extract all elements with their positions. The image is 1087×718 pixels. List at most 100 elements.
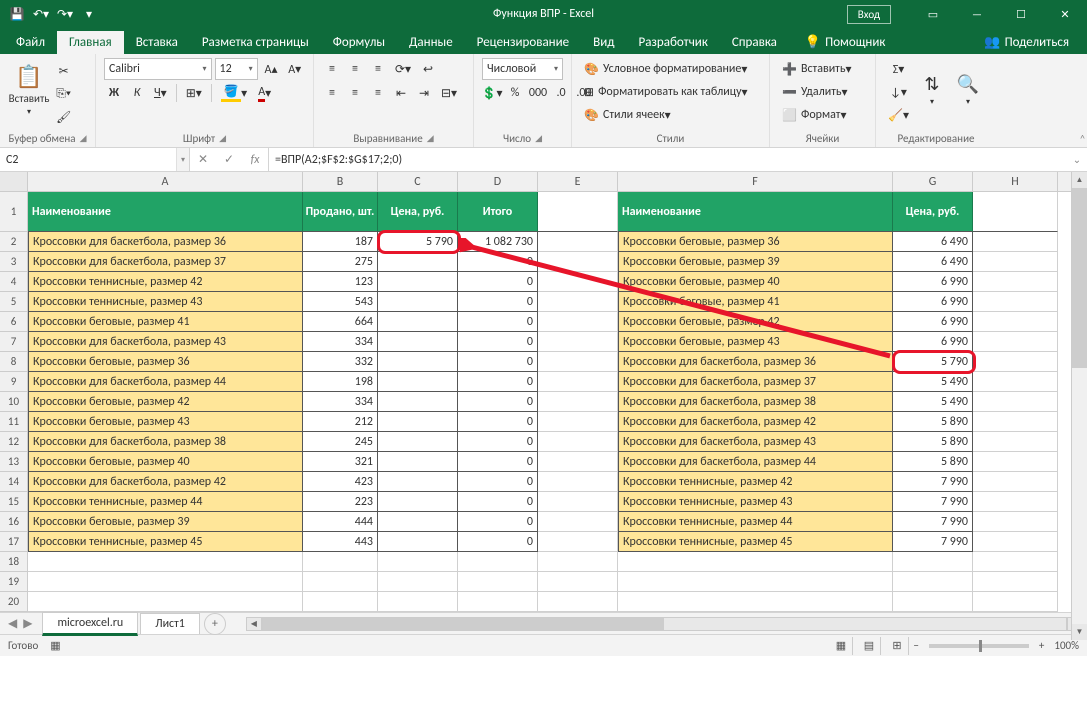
cell[interactable]: Кроссовки для баскетбола, размер 38 bbox=[28, 432, 303, 452]
cell[interactable] bbox=[538, 532, 618, 552]
cell[interactable]: Кроссовки теннисные, размер 42 bbox=[618, 472, 893, 492]
cell[interactable]: Кроссовки теннисные, размер 43 bbox=[618, 492, 893, 512]
cell[interactable]: Кроссовки теннисные, размер 44 bbox=[618, 512, 893, 532]
cell[interactable]: 5 490 bbox=[893, 392, 973, 412]
cell[interactable]: Кроссовки для баскетбола, размер 36 bbox=[618, 352, 893, 372]
cell[interactable]: 0 bbox=[458, 472, 538, 492]
cell[interactable]: Кроссовки для баскетбола, размер 43 bbox=[618, 432, 893, 452]
name-box[interactable]: C2▾ bbox=[0, 148, 190, 171]
cell[interactable]: 0 bbox=[458, 272, 538, 292]
col-header[interactable]: F bbox=[618, 172, 893, 191]
cell[interactable] bbox=[973, 332, 1058, 352]
cell[interactable]: Кроссовки теннисные, размер 45 bbox=[28, 532, 303, 552]
cell[interactable]: 198 bbox=[303, 372, 378, 392]
cell[interactable] bbox=[458, 552, 538, 572]
cell[interactable]: 6 990 bbox=[893, 272, 973, 292]
cell[interactable]: 7 990 bbox=[893, 512, 973, 532]
scroll-down-icon[interactable]: ▼ bbox=[1072, 624, 1087, 640]
cell[interactable] bbox=[458, 592, 538, 612]
cell[interactable]: Кроссовки беговые, размер 43 bbox=[618, 332, 893, 352]
cell[interactable] bbox=[303, 592, 378, 612]
row-header[interactable]: 3 bbox=[0, 252, 28, 272]
row-header[interactable]: 9 bbox=[0, 372, 28, 392]
cell[interactable] bbox=[538, 512, 618, 532]
sort-filter-button[interactable]: ⇅▾ bbox=[915, 58, 949, 122]
cell[interactable] bbox=[973, 452, 1058, 472]
cell[interactable]: 212 bbox=[303, 412, 378, 432]
cell[interactable]: 6 990 bbox=[893, 292, 973, 312]
cell[interactable]: 275 bbox=[303, 252, 378, 272]
cell[interactable]: 0 bbox=[458, 392, 538, 412]
cell[interactable]: 0 bbox=[458, 492, 538, 512]
cell[interactable] bbox=[973, 252, 1058, 272]
cell[interactable]: 0 bbox=[458, 332, 538, 352]
cell[interactable] bbox=[538, 432, 618, 452]
borders-icon[interactable]: ⊞▾ bbox=[182, 82, 206, 104]
font-color-icon[interactable]: A▾ bbox=[254, 82, 275, 104]
redo-icon[interactable]: ↷▾ bbox=[54, 3, 76, 25]
cell[interactable]: Кроссовки беговые, размер 39 bbox=[28, 512, 303, 532]
cell[interactable] bbox=[538, 252, 618, 272]
cell[interactable]: Кроссовки беговые, размер 41 bbox=[618, 292, 893, 312]
add-sheet-button[interactable]: + bbox=[204, 613, 226, 635]
cell[interactable] bbox=[973, 352, 1058, 372]
row-header[interactable]: 18 bbox=[0, 552, 28, 572]
row-header[interactable]: 14 bbox=[0, 472, 28, 492]
cell[interactable] bbox=[538, 472, 618, 492]
cell[interactable]: Итого bbox=[458, 192, 538, 232]
cell[interactable] bbox=[538, 592, 618, 612]
macro-icon[interactable]: ▦ bbox=[50, 639, 60, 652]
font-name-select[interactable]: Calibri▾ bbox=[104, 58, 212, 80]
cell[interactable]: Кроссовки теннисные, размер 44 bbox=[28, 492, 303, 512]
cell[interactable]: 321 bbox=[303, 452, 378, 472]
row-header[interactable]: 17 bbox=[0, 532, 28, 552]
cell[interactable]: 334 bbox=[303, 332, 378, 352]
cell[interactable]: 5 890 bbox=[893, 412, 973, 432]
row-header[interactable]: 6 bbox=[0, 312, 28, 332]
currency-icon[interactable]: 💲▾ bbox=[482, 82, 502, 104]
cell[interactable]: Кроссовки беговые, размер 41 bbox=[28, 312, 303, 332]
align-middle-icon[interactable]: ≡ bbox=[345, 58, 365, 80]
scroll-left-icon[interactable]: ◀ bbox=[246, 617, 262, 631]
cell[interactable]: 5 890 bbox=[893, 432, 973, 452]
cell[interactable]: Кроссовки для баскетбола, размер 43 bbox=[28, 332, 303, 352]
cell[interactable] bbox=[893, 592, 973, 612]
row-header[interactable]: 20 bbox=[0, 592, 28, 612]
row-header[interactable]: 8 bbox=[0, 352, 28, 372]
cell[interactable] bbox=[538, 392, 618, 412]
cell[interactable]: Кроссовки беговые, размер 42 bbox=[28, 392, 303, 412]
cell[interactable]: Кроссовки для баскетбола, размер 38 bbox=[618, 392, 893, 412]
signin-button[interactable]: Вход bbox=[847, 5, 891, 24]
cell[interactable] bbox=[973, 492, 1058, 512]
row-header[interactable]: 12 bbox=[0, 432, 28, 452]
page-layout-view-icon[interactable]: ▤ bbox=[857, 637, 881, 655]
cell[interactable] bbox=[618, 572, 893, 592]
cell[interactable] bbox=[538, 292, 618, 312]
italic-icon[interactable]: К bbox=[127, 82, 147, 104]
row-header[interactable]: 2 bbox=[0, 232, 28, 252]
cell[interactable]: Наименование bbox=[28, 192, 303, 232]
cell[interactable]: Кроссовки беговые, размер 36 bbox=[28, 352, 303, 372]
cell[interactable]: Кроссовки беговые, размер 36 bbox=[618, 232, 893, 252]
col-header[interactable]: C bbox=[378, 172, 458, 191]
cell[interactable] bbox=[378, 412, 458, 432]
cell[interactable]: Кроссовки для баскетбола, размер 37 bbox=[28, 252, 303, 272]
cell[interactable] bbox=[893, 572, 973, 592]
cell[interactable]: 0 bbox=[458, 252, 538, 272]
cell[interactable] bbox=[973, 432, 1058, 452]
decrease-indent-icon[interactable]: ⇤ bbox=[391, 82, 411, 104]
cell[interactable]: Кроссовки беговые, размер 39 bbox=[618, 252, 893, 272]
cell[interactable] bbox=[538, 352, 618, 372]
tab-view[interactable]: Вид bbox=[581, 31, 626, 54]
number-format-select[interactable]: Числовой▾ bbox=[482, 58, 563, 80]
font-launcher-icon[interactable]: ◢ bbox=[219, 133, 226, 144]
cell[interactable]: 6 990 bbox=[893, 312, 973, 332]
cell[interactable]: 0 bbox=[458, 512, 538, 532]
cell[interactable]: 7 990 bbox=[893, 472, 973, 492]
zoom-out-icon[interactable]: − bbox=[913, 639, 918, 652]
cell[interactable] bbox=[378, 312, 458, 332]
cell[interactable]: Кроссовки беговые, размер 42 bbox=[618, 312, 893, 332]
cell[interactable]: 0 bbox=[458, 532, 538, 552]
number-launcher-icon[interactable]: ◢ bbox=[535, 133, 542, 144]
cell[interactable]: Продано, шт. bbox=[303, 192, 378, 232]
